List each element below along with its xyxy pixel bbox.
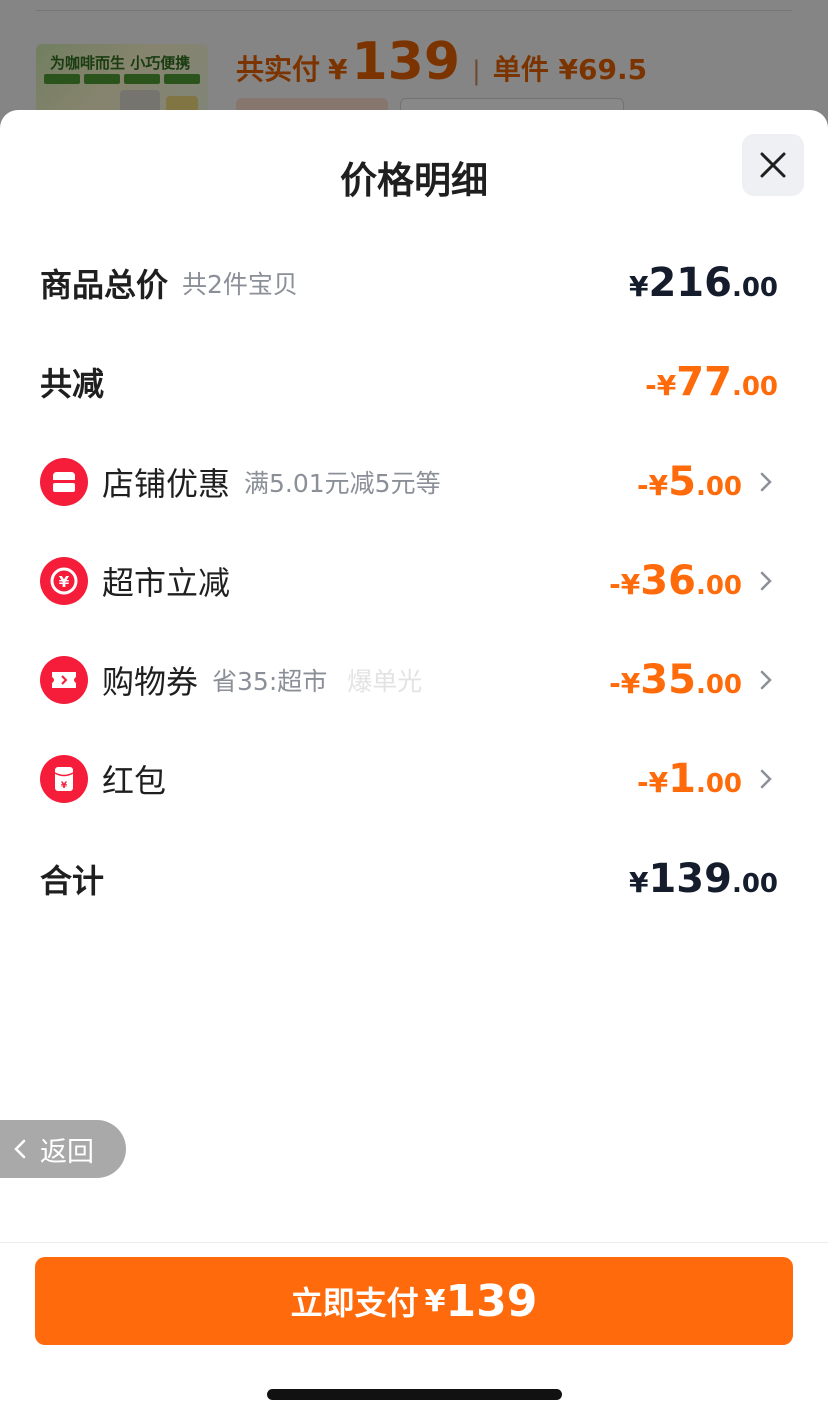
bottom-divider xyxy=(0,1242,828,1243)
row-label: 合计 xyxy=(40,862,105,900)
row-label: 商品总价 xyxy=(40,266,169,304)
pay-button-amount: 139 xyxy=(445,1275,538,1327)
pay-button-label: 立即支付 xyxy=(290,1284,419,1322)
back-button-label: 返回 xyxy=(40,1136,94,1168)
close-icon xyxy=(760,152,786,178)
goods-total-amount: ¥216.00 xyxy=(628,260,778,306)
row-label: 红包 xyxy=(102,762,167,800)
supermarket-discount-amount: -¥ 36.00 xyxy=(609,558,742,604)
row-sub: 满5.01元减5元等 xyxy=(244,469,441,498)
row-grand-total: 合计 ¥139.00 xyxy=(40,849,778,909)
grand-total-amount: ¥139.00 xyxy=(628,856,778,902)
chevron-right-icon xyxy=(754,471,778,493)
row-store-discount[interactable]: 店铺优惠 满5.01元减5元等 -¥ 5.00 xyxy=(40,452,778,512)
red-packet-amount: -¥ 1.00 xyxy=(636,756,742,802)
row-shopping-voucher[interactable]: 购物券 省35:超市 爆单光 -¥ 35.00 xyxy=(40,650,778,710)
store-discount-amount: -¥ 5.00 xyxy=(636,459,742,505)
pay-now-button[interactable]: 立即支付 ¥ 139 xyxy=(35,1257,793,1345)
row-red-packet[interactable]: ¥ 红包 -¥ 1.00 xyxy=(40,749,778,809)
row-label: 购物券 xyxy=(102,663,199,701)
sheet-title: 价格明细 xyxy=(340,159,488,202)
row-sub: 共2件宝贝 xyxy=(182,270,298,299)
price-detail-sheet: 价格明细 商品总价 共2件宝贝 ¥216.00 共减 -¥ 77.00 店铺优惠 … xyxy=(0,110,828,1418)
row-sub: 省35:超市 xyxy=(212,667,328,696)
row-goods-total: 商品总价 共2件宝贝 ¥216.00 xyxy=(40,253,778,313)
total-reduction-amount: -¥ 77.00 xyxy=(645,359,778,405)
back-button[interactable]: 返回 xyxy=(0,1120,126,1178)
row-supermarket-discount[interactable]: ¥ 超市立减 -¥ 36.00 xyxy=(40,551,778,611)
row-label: 共减 xyxy=(40,365,105,403)
red-packet-icon: ¥ xyxy=(40,755,88,803)
chevron-right-icon xyxy=(754,768,778,790)
close-button[interactable] xyxy=(742,134,804,196)
chevron-right-icon xyxy=(754,570,778,592)
row-total-reduction: 共减 -¥ 77.00 xyxy=(40,352,778,412)
svg-text:¥: ¥ xyxy=(59,573,70,591)
voucher-amount: -¥ 35.00 xyxy=(609,657,742,703)
watermark-text: 爆单光 xyxy=(347,667,423,696)
row-label: 超市立减 xyxy=(102,564,231,602)
chevron-right-icon xyxy=(754,669,778,691)
yuan-discount-icon: ¥ xyxy=(40,557,88,605)
svg-text:¥: ¥ xyxy=(61,781,68,791)
row-label: 店铺优惠 xyxy=(102,465,231,503)
pay-button-currency: ¥ xyxy=(424,1283,446,1319)
chevron-left-icon xyxy=(14,1139,26,1159)
ticket-icon xyxy=(40,656,88,704)
home-indicator[interactable] xyxy=(267,1389,562,1400)
store-coupon-icon xyxy=(40,458,88,506)
